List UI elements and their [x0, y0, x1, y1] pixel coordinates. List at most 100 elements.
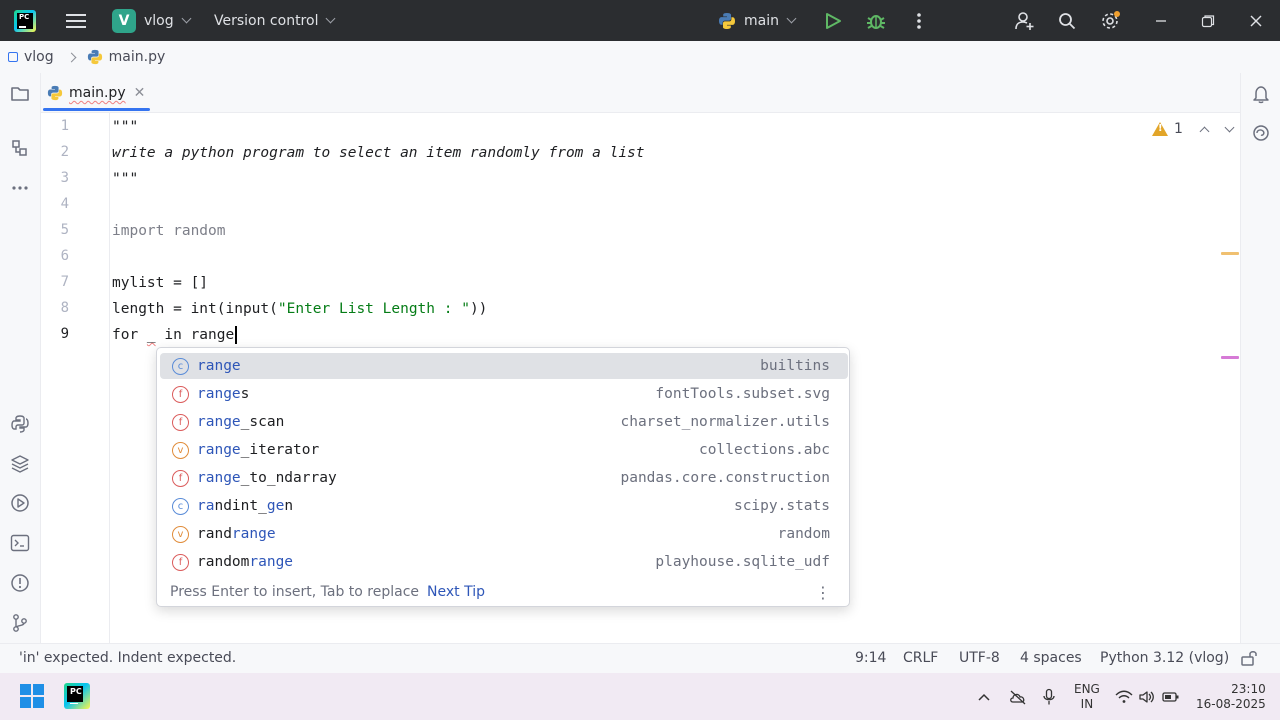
close-tab-icon[interactable]: ✕	[134, 85, 146, 101]
editor-tab-bar: main.py ✕	[41, 73, 1240, 113]
code-line-5: import random	[112, 223, 226, 239]
settings-button[interactable]	[1100, 0, 1122, 41]
completion-item[interactable]: f randomrange playhouse.sqlite_udf	[160, 549, 848, 575]
minimize-icon	[1156, 19, 1166, 22]
main-menu-button[interactable]	[65, 0, 87, 41]
code-line-2: write a python program to select an item…	[112, 145, 645, 161]
run-config-label: main	[744, 12, 779, 29]
inspections-widget[interactable]: 1	[1152, 121, 1235, 137]
line-number: 5	[60, 222, 69, 238]
next-problem-icon[interactable]	[1224, 122, 1235, 132]
previous-problem-icon[interactable]	[1199, 126, 1210, 136]
completion-source: playhouse.sqlite_udf	[655, 554, 830, 570]
close-window-button[interactable]	[1249, 0, 1263, 41]
completion-prefix: rand	[197, 526, 232, 542]
show-hidden-icons-icon[interactable]	[977, 673, 991, 720]
run-config-selector[interactable]: main	[718, 0, 797, 41]
warning-stripe-marker[interactable]	[1221, 252, 1239, 255]
completion-footer: Press Enter to insert, Tab to replace Ne…	[157, 578, 849, 606]
gear-icon	[1102, 10, 1120, 29]
project-folder-icon[interactable]	[9, 83, 31, 105]
wifi-icon[interactable]	[1115, 673, 1133, 720]
bug-icon	[867, 14, 885, 29]
completion-rest: _scan	[240, 414, 285, 430]
code-line-9: for _ in range	[112, 322, 238, 348]
project-switcher[interactable]: V vlog	[112, 0, 192, 41]
input-language[interactable]: ENG IN	[1074, 673, 1100, 720]
cloud-offline-icon[interactable]	[1008, 673, 1028, 720]
completion-item[interactable]: v range_iterator collections.abc	[160, 437, 848, 463]
problems-icon[interactable]	[9, 572, 31, 594]
class-kind-icon: c	[172, 357, 189, 375]
code-token: for	[112, 327, 147, 343]
code-with-me-button[interactable]	[1015, 0, 1035, 41]
volume-icon[interactable]	[1139, 673, 1155, 720]
windows-taskbar: PC ENG IN 23:10 16-08-2025	[0, 673, 1280, 720]
completion-rest: s	[240, 386, 250, 402]
minimize-button[interactable]	[1154, 0, 1168, 41]
system-clock[interactable]: 23:10 16-08-2025	[1196, 673, 1266, 720]
git-icon[interactable]	[9, 612, 31, 634]
next-tip-link[interactable]: Next Tip	[427, 584, 485, 600]
error-stripe-marker[interactable]	[1221, 356, 1239, 359]
line-separator[interactable]: CRLF	[903, 650, 938, 666]
text-caret	[235, 326, 238, 344]
pycharm-taskbar-icon[interactable]: PC	[64, 683, 90, 709]
code-completion-popup: c range builtins f ranges fontTools.subs…	[156, 347, 850, 607]
indent-setting[interactable]: 4 spaces	[1020, 650, 1082, 666]
caret-position[interactable]: 9:14	[855, 650, 886, 666]
completion-item[interactable]: f range_scan charset_normalizer.utils	[160, 409, 848, 435]
more-vertical-icon[interactable]: ⋮	[815, 583, 831, 602]
restore-button[interactable]	[1201, 0, 1215, 41]
completion-item[interactable]: f range_to_ndarray pandas.core.construct…	[160, 465, 848, 491]
layers-icon[interactable]	[9, 453, 31, 475]
completion-item[interactable]: f ranges fontTools.subset.svg	[160, 381, 848, 407]
region-code: IN	[1080, 696, 1094, 711]
services-icon[interactable]	[9, 492, 31, 514]
notifications-bell-icon[interactable]	[1250, 83, 1272, 105]
code-line-8: length = int(input("Enter List Length : …	[112, 296, 487, 322]
completion-match: range	[231, 526, 276, 542]
run-button[interactable]	[824, 0, 842, 41]
line-number: 2	[60, 144, 69, 160]
more-vertical-icon	[917, 12, 921, 29]
file-encoding[interactable]: UTF-8	[959, 650, 1000, 666]
code-token: length = int(input(	[112, 301, 278, 317]
search-icon	[1059, 12, 1076, 29]
ai-assistant-icon[interactable]	[1250, 122, 1272, 144]
code-string: "Enter List Length : "	[277, 301, 470, 317]
chevron-right-icon	[66, 52, 77, 62]
battery-icon[interactable]	[1162, 673, 1180, 720]
completion-item[interactable]: c range builtins	[160, 353, 848, 379]
language-code: ENG	[1074, 681, 1100, 696]
tab-main-py[interactable]: main.py ✕	[41, 73, 155, 113]
python-packages-icon[interactable]	[9, 413, 31, 435]
completion-match: range	[197, 414, 241, 430]
status-bar: 'in' expected. Indent expected. 9:14 CRL…	[0, 643, 1280, 673]
completion-item[interactable]: v randrange random	[160, 521, 848, 547]
lock-icon[interactable]	[1240, 649, 1258, 671]
completion-rest: _to_ndarray	[240, 470, 337, 486]
completion-source: builtins	[760, 358, 830, 374]
completion-item[interactable]: c randint_gen scipy.stats	[160, 493, 848, 519]
completion-source: charset_normalizer.utils	[620, 414, 830, 430]
pycharm-logo-icon[interactable]: PC	[14, 0, 36, 41]
more-actions-button[interactable]	[916, 0, 922, 41]
play-icon	[826, 12, 841, 29]
python-interpreter[interactable]: Python 3.12 (vlog)	[1100, 650, 1229, 666]
terminal-icon[interactable]	[9, 532, 31, 554]
line-number: 8	[60, 300, 69, 316]
completion-match: range	[197, 386, 241, 402]
breadcrumb-file[interactable]: main.py	[109, 49, 166, 65]
title-bar: PC V vlog Version control main	[0, 0, 1280, 41]
search-everywhere-button[interactable]	[1058, 0, 1076, 41]
structure-icon[interactable]	[9, 137, 31, 159]
function-kind-icon: f	[172, 469, 189, 487]
breadcrumb-project[interactable]: vlog	[24, 49, 54, 65]
debug-button[interactable]	[866, 0, 886, 41]
vcs-widget[interactable]: Version control	[214, 0, 336, 41]
microphone-icon[interactable]	[1042, 673, 1056, 720]
windows-start-icon[interactable]	[20, 684, 44, 708]
more-tools-icon[interactable]	[9, 177, 31, 199]
folder-icon	[8, 52, 18, 62]
